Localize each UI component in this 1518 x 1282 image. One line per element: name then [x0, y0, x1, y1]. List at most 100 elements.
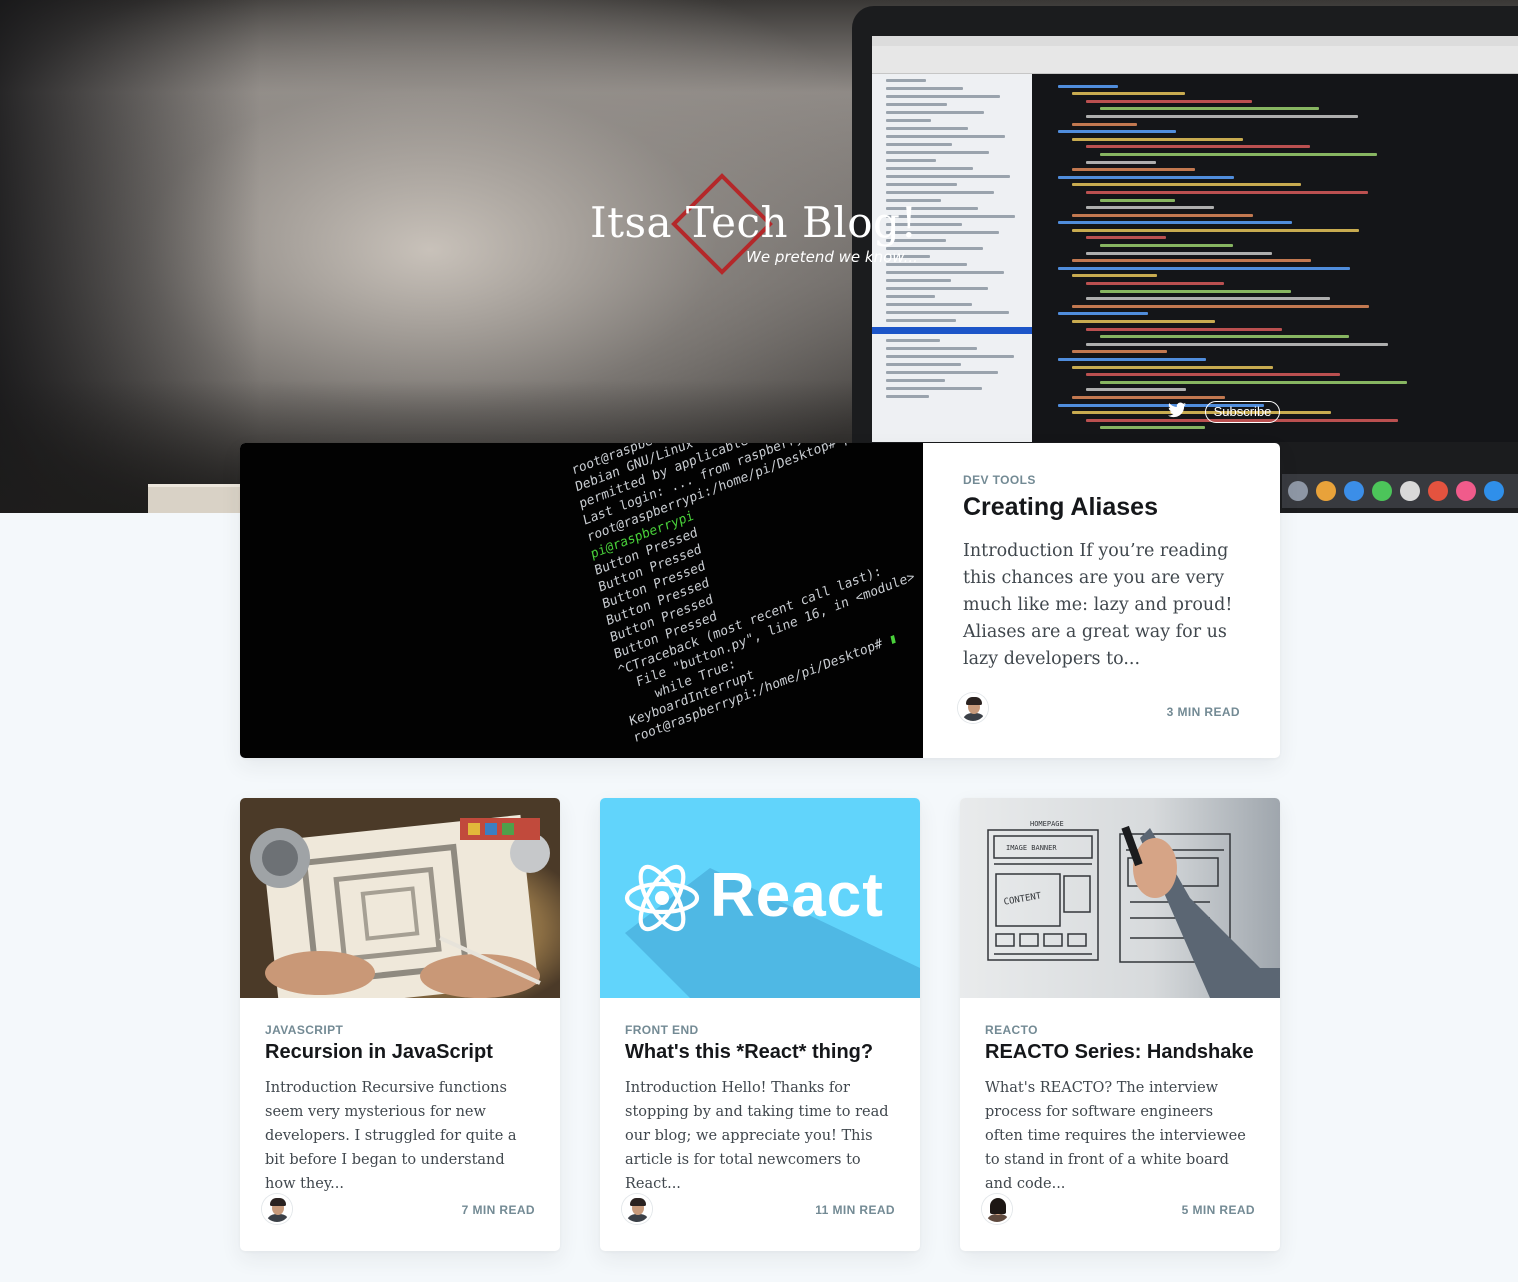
post-card[interactable]: IMAGE BANNER CONTENT HOMEPAGE REACTO REA…: [960, 798, 1280, 1251]
site-title: Itsa Tech Blog!: [590, 198, 918, 247]
code-line: [1058, 312, 1148, 316]
post-image[interactable]: [240, 798, 560, 998]
code-line: [1072, 259, 1311, 263]
file-tree-row: [886, 395, 929, 398]
file-tree-row: [886, 311, 1009, 314]
site-header: Itsa Tech Blog! We pretend we know... Su…: [0, 0, 1518, 513]
post-tag[interactable]: FRONT END: [625, 1023, 895, 1037]
react-wordmark: React: [710, 861, 884, 930]
file-tree-row: [886, 79, 926, 82]
code-line: [1072, 183, 1301, 187]
post-tag[interactable]: DEV TOOLS: [963, 473, 1240, 487]
code-line: [1072, 92, 1185, 96]
post-excerpt[interactable]: Introduction Recursive functions seem ve…: [265, 1076, 535, 1196]
code-line: [1086, 145, 1310, 149]
post-title[interactable]: REACTO Series: Handshake: [985, 1041, 1255, 1064]
code-line: [1100, 380, 1407, 384]
file-tree-row: [886, 95, 1000, 98]
post-title[interactable]: Recursion in JavaScript: [265, 1041, 535, 1064]
code-line: [1072, 395, 1225, 399]
file-tree-row: [886, 303, 972, 306]
post-content: JAVASCRIPT Recursion in JavaScript Intro…: [240, 998, 560, 1196]
code-line: [1100, 289, 1291, 293]
file-tree-row: [886, 151, 989, 154]
code-line: [1086, 327, 1282, 331]
code-line: [1072, 304, 1369, 308]
reading-time: 3 MIN READ: [1166, 705, 1240, 719]
code-line: [1086, 236, 1166, 240]
post-card[interactable]: JAVASCRIPT Recursion in JavaScript Intro…: [240, 798, 560, 1251]
post-image[interactable]: React: [600, 798, 920, 998]
post-card[interactable]: React FRONT END What's this *React* thin…: [600, 798, 920, 1251]
recursion-drawing-illustration: [250, 814, 550, 998]
post-title[interactable]: Creating Aliases: [963, 493, 1240, 522]
file-tree-row: [886, 111, 984, 114]
post-excerpt[interactable]: Introduction If you’re reading this chan…: [963, 538, 1240, 673]
code-line: [1086, 99, 1252, 103]
post-excerpt[interactable]: Introduction Hello! Thanks for stopping …: [625, 1076, 895, 1196]
file-tree-row: [886, 387, 982, 390]
post-tag[interactable]: REACTO: [985, 1023, 1255, 1037]
file-tree-row: [886, 119, 931, 122]
file-tree-row: [886, 371, 998, 374]
code-line: [1086, 160, 1156, 164]
code-line: [1072, 274, 1157, 278]
code-line: [1072, 122, 1137, 126]
code-line: [1072, 411, 1331, 415]
code-line: [1072, 213, 1253, 217]
svg-text:CONTENT: CONTENT: [1003, 891, 1043, 908]
code-line: [1086, 342, 1388, 346]
featured-post-image[interactable]: root@raspberrypi:~# python3 -m ... Debia…: [240, 443, 923, 758]
svg-text:HOMEPAGE: HOMEPAGE: [1030, 820, 1064, 828]
author-avatar[interactable]: [262, 1194, 292, 1224]
code-line: [1058, 266, 1350, 270]
code-line: [1086, 251, 1272, 255]
file-tree-row: [886, 295, 935, 298]
file-tree-row: [886, 319, 956, 322]
code-line: [1058, 84, 1118, 88]
code-line: [1086, 297, 1330, 301]
post-content: REACTO REACTO Series: Handshake What's R…: [960, 998, 1280, 1196]
code-line: [1086, 282, 1224, 286]
file-tree-row: [886, 347, 977, 350]
file-tree-row: [872, 327, 1032, 334]
file-tree-row: [886, 355, 1014, 358]
twitter-icon[interactable]: [1168, 402, 1186, 418]
post-tag[interactable]: JAVASCRIPT: [265, 1023, 535, 1037]
terminal-screenshot: root@raspberrypi:~# python3 -m ... Debia…: [570, 443, 917, 747]
post-image[interactable]: IMAGE BANNER CONTENT HOMEPAGE: [960, 798, 1280, 998]
author-avatar[interactable]: [958, 693, 988, 723]
file-tree-row: [886, 363, 961, 366]
wireframe-sketch-illustration: IMAGE BANNER CONTENT HOMEPAGE: [987, 820, 1280, 998]
file-tree-row: [886, 159, 936, 162]
site-tagline: We pretend we know...: [746, 248, 918, 266]
code-line: [1072, 228, 1359, 232]
file-tree-row: [886, 87, 963, 90]
code-line: [1086, 190, 1368, 194]
code-line: [1100, 198, 1175, 202]
code-line: [1086, 388, 1186, 392]
reading-time: 7 MIN READ: [461, 1203, 535, 1217]
code-line: [1086, 206, 1214, 210]
code-line: [1058, 175, 1234, 179]
subscribe-button[interactable]: Subscribe: [1205, 401, 1280, 423]
svg-text:IMAGE BANNER: IMAGE BANNER: [1006, 844, 1057, 852]
hero-laptop-screen: [872, 36, 1518, 442]
post-excerpt[interactable]: What's REACTO? The interview process for…: [985, 1076, 1255, 1196]
post-title[interactable]: What's this *React* thing?: [625, 1041, 895, 1064]
file-tree-row: [886, 103, 947, 106]
file-tree-row: [886, 143, 952, 146]
post-content: FRONT END What's this *React* thing? Int…: [600, 998, 920, 1196]
site-logo[interactable]: Itsa Tech Blog! We pretend we know...: [590, 173, 920, 288]
featured-post-card[interactable]: root@raspberrypi:~# python3 -m ... Debia…: [240, 443, 1280, 758]
code-line: [1058, 357, 1206, 361]
author-avatar[interactable]: [622, 1194, 652, 1224]
file-tree-row: [886, 135, 1005, 138]
code-line: [1086, 114, 1358, 118]
file-tree-row: [886, 339, 940, 342]
code-line: [1058, 221, 1292, 225]
file-tree-row: [886, 127, 968, 130]
react-atom-icon: [624, 864, 700, 932]
file-tree-row: [886, 379, 945, 382]
author-avatar[interactable]: [982, 1194, 1012, 1224]
